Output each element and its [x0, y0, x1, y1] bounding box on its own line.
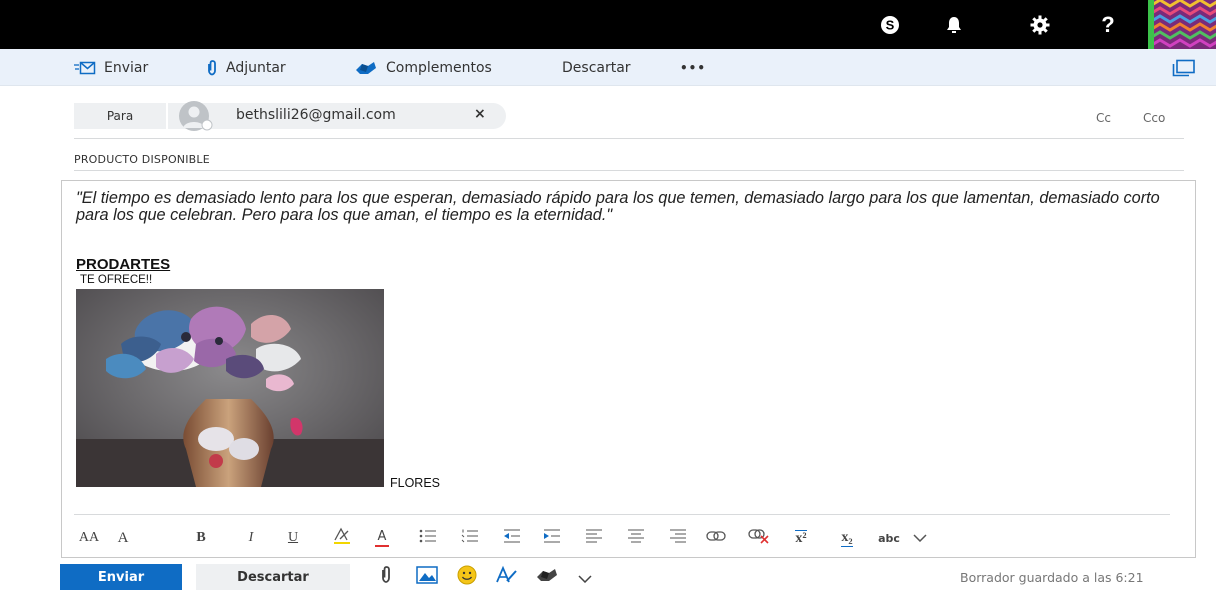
bullets-button[interactable]: [416, 526, 440, 550]
grow-font-button[interactable]: A: [112, 526, 134, 550]
send-label: Enviar: [104, 59, 149, 76]
grow-font-icon: A: [117, 529, 129, 546]
unlink-icon: [748, 528, 770, 548]
addins-icon: [354, 60, 378, 76]
align-right-icon: [669, 529, 687, 547]
bold-icon: B: [196, 530, 206, 545]
divider: [74, 514, 1170, 515]
addins-command[interactable]: Complementos: [354, 49, 492, 86]
chevron-down-icon: [913, 530, 927, 546]
draft-status: Borrador guardado a las 6:21: [960, 570, 1144, 585]
increase-indent-icon: [543, 529, 561, 547]
send-button[interactable]: Enviar: [60, 564, 182, 590]
font-size-icon: AA: [78, 530, 100, 545]
smiley-icon: [457, 565, 477, 589]
popout-icon[interactable]: [1172, 49, 1196, 86]
remove-link-button[interactable]: [746, 526, 772, 550]
paperclip-icon: [206, 59, 218, 76]
discard-button[interactable]: Descartar: [196, 564, 350, 590]
attach-file-button[interactable]: [371, 566, 401, 588]
bcc-button[interactable]: Cco: [1143, 111, 1165, 125]
skype-icon[interactable]: S: [866, 0, 914, 49]
italic-icon: I: [248, 530, 254, 545]
underline-button[interactable]: U: [282, 526, 304, 550]
bell-icon[interactable]: [930, 0, 978, 49]
paperclip-icon: [380, 566, 392, 588]
highlight-button[interactable]: [330, 526, 354, 550]
align-center-icon: [627, 529, 645, 547]
decrease-indent-button[interactable]: [500, 526, 524, 550]
to-button[interactable]: Para: [74, 103, 166, 129]
subject-field[interactable]: PRODUCTO DISPONIBLE: [74, 153, 210, 166]
cc-button[interactable]: Cc: [1096, 111, 1111, 125]
format-options-button[interactable]: [492, 565, 522, 589]
font-color-button[interactable]: A: [370, 526, 394, 550]
attach-label: Adjuntar: [226, 59, 286, 76]
align-left-button[interactable]: [582, 526, 606, 550]
bold-button[interactable]: B: [190, 526, 212, 550]
superscript-button[interactable]: x²: [786, 526, 816, 550]
highlighter-icon: [332, 527, 352, 549]
divider: [74, 170, 1184, 171]
send-icon: [74, 61, 96, 75]
gear-icon[interactable]: [1016, 0, 1064, 49]
subscript-button[interactable]: x₂: [832, 526, 862, 550]
link-icon: [706, 530, 726, 546]
emoji-button[interactable]: [452, 565, 482, 589]
suite-header: S ?: [0, 0, 1216, 49]
chevron-down-icon: [578, 568, 592, 587]
body-brand-heading: PRODARTES: [76, 256, 171, 273]
flower-vase-photo[interactable]: [76, 289, 384, 487]
attach-command[interactable]: Adjuntar: [206, 49, 286, 86]
discard-label: Descartar: [562, 59, 631, 76]
more-options-button[interactable]: •••: [680, 49, 706, 86]
insert-link-button[interactable]: [704, 526, 728, 550]
send-command[interactable]: Enviar: [74, 49, 148, 86]
recipient-chip[interactable]: bethslili26@gmail.com ×: [168, 101, 506, 131]
user-avatar[interactable]: [1154, 0, 1216, 49]
format-text-icon: [495, 565, 519, 589]
strikethrough-button[interactable]: abc: [874, 526, 904, 550]
contact-avatar-icon: [174, 101, 214, 131]
insert-picture-button[interactable]: [412, 566, 442, 588]
bullet-list-icon: [419, 529, 437, 547]
divider: [74, 138, 1184, 139]
addins-icon: [535, 567, 559, 587]
align-left-icon: [585, 529, 603, 547]
align-center-button[interactable]: [624, 526, 648, 550]
decrease-indent-icon: [503, 529, 521, 547]
font-size-button[interactable]: AA: [76, 526, 102, 550]
picture-icon: [416, 566, 438, 588]
photo-caption: FLORES: [390, 476, 441, 490]
command-bar: Enviar Adjuntar Complementos Descartar •…: [0, 49, 1216, 86]
increase-indent-button[interactable]: [540, 526, 564, 550]
numbering-button[interactable]: [458, 526, 482, 550]
svg-text:S: S: [886, 17, 895, 32]
subscript-icon: x₂: [841, 529, 853, 547]
align-right-button[interactable]: [666, 526, 690, 550]
body-offer-text: TE OFRECE!!: [80, 274, 153, 286]
font-color-icon: A: [372, 528, 392, 548]
addins-label: Complementos: [386, 59, 492, 76]
underline-icon: U: [287, 530, 299, 545]
discard-command[interactable]: Descartar: [562, 49, 631, 86]
more-actions-button[interactable]: [570, 566, 600, 588]
body-quote: "El tiempo es demasiado lento para los q…: [76, 189, 1160, 224]
recipient-email: bethslili26@gmail.com: [236, 107, 396, 123]
numbered-list-icon: [461, 529, 479, 547]
help-icon[interactable]: ?: [1084, 0, 1132, 49]
strikethrough-icon: abc: [878, 531, 900, 545]
more-formatting-button[interactable]: [908, 526, 932, 550]
italic-button[interactable]: I: [240, 526, 262, 550]
remove-recipient-icon[interactable]: ×: [474, 106, 486, 122]
superscript-icon: x²: [795, 529, 807, 546]
addins-button[interactable]: [532, 566, 562, 588]
